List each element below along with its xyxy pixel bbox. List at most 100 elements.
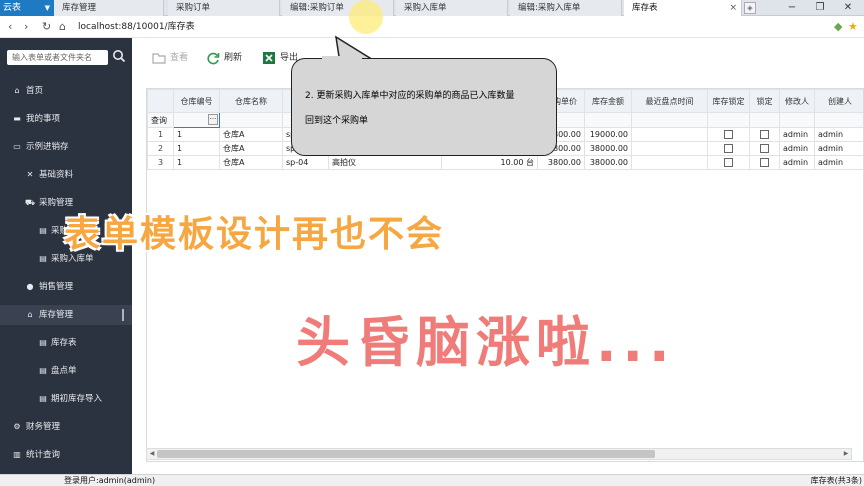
tab-label: 编辑:采购订单 [290, 3, 344, 13]
cell-modifier[interactable]: admin [779, 127, 815, 142]
col-header-modifier[interactable]: 修改人 [779, 89, 815, 113]
cell-lock[interactable] [749, 127, 780, 142]
col-header-lock[interactable]: 锁定 [749, 89, 780, 113]
cell-item-name[interactable]: 高拍仪 [328, 155, 442, 170]
tab-purchase-receipt[interactable]: 采购入库单 [396, 0, 508, 16]
col-header-wh-name[interactable]: 仓库名称 [219, 89, 283, 113]
cell-stock-lock[interactable] [707, 127, 750, 142]
url-field[interactable]: localhost:88/10001/库存表 [78, 19, 195, 35]
refresh-button[interactable]: 刷新 [206, 50, 242, 66]
col-header-creator[interactable]: 创建人 [814, 89, 863, 113]
sidebar-item-statistics[interactable]: ▥ 统计查询 [0, 445, 132, 465]
tab-inventory-table[interactable]: 库存表 × [624, 0, 742, 16]
new-tab-icon[interactable]: ◈ [744, 2, 756, 14]
cell-item-code[interactable]: sp-04 [282, 155, 329, 170]
cell-modifier[interactable]: admin [779, 155, 815, 170]
col-header-last-check[interactable]: 最近盘点时间 [631, 89, 708, 113]
cell-wh-name[interactable]: 仓库A [219, 141, 283, 156]
filter-cell[interactable] [219, 112, 283, 128]
filter-cell[interactable] [779, 112, 815, 128]
cell-last-check[interactable] [631, 141, 708, 156]
sidebar-item-opening-import[interactable]: ▤ 期初库存导入 [0, 389, 132, 409]
cell-wh-name[interactable]: 仓库A [219, 155, 283, 170]
tab-label: 采购入库单 [404, 3, 447, 13]
horizontal-scrollbar[interactable]: ◀ ▶ [146, 448, 852, 460]
back-icon[interactable]: ‹ [8, 19, 12, 35]
lock-checkbox[interactable] [760, 144, 769, 153]
sidebar-item-stocktake[interactable]: ▤ 盘点单 [0, 361, 132, 381]
chevron-down-icon: ▼ [44, 4, 50, 12]
sidebar-search-input[interactable]: 输入表单或者文件夹名 [7, 50, 108, 65]
filter-cell[interactable] [584, 112, 632, 128]
cell-wh-name[interactable]: 仓库A [219, 127, 283, 142]
cell-stock-lock[interactable] [707, 155, 750, 170]
sidebar-item-inventory-table[interactable]: ▤ 库存表 [0, 333, 132, 353]
scroll-left-icon[interactable]: ◀ [147, 449, 157, 459]
home-nav-icon[interactable]: ⌂ [59, 19, 66, 35]
cell-lock[interactable] [749, 141, 780, 156]
brand-menu-button[interactable]: 云表 ▼ [0, 0, 54, 16]
col-header-amount[interactable]: 库存金额 [584, 89, 632, 113]
maximize-icon[interactable]: ❐ [806, 0, 834, 16]
sidebar-item-sample-erp[interactable]: ▭ 示例进销存 [0, 137, 132, 157]
filter-cell[interactable] [631, 112, 708, 128]
search-icon[interactable] [112, 49, 126, 65]
cell-wh-code[interactable]: 1 [173, 127, 220, 142]
filter-cell[interactable] [749, 112, 780, 128]
cell-last-check[interactable] [631, 127, 708, 142]
stock-lock-checkbox[interactable] [724, 158, 733, 167]
cursor-highlight [349, 0, 383, 34]
tab-inventory-mgmt[interactable]: 库存管理 [54, 0, 164, 16]
cell-creator[interactable]: admin [814, 155, 863, 170]
tab-edit-purchase-receipt[interactable]: 编辑:采购入库单 [510, 0, 622, 16]
table-row[interactable]: 3 1 仓库A sp-04 高拍仪 10.00 台 3800.00 38000.… [147, 155, 863, 170]
lock-checkbox[interactable] [760, 158, 769, 167]
ellipsis-icon[interactable]: ··· [208, 114, 218, 125]
sidebar-item-label: 基础资料 [39, 170, 74, 180]
doc-icon: ▤ [39, 254, 47, 263]
stock-lock-checkbox[interactable] [724, 130, 733, 139]
lock-checkbox[interactable] [760, 130, 769, 139]
filter-cell[interactable] [707, 112, 750, 128]
tab-purchase-order[interactable]: 采购订单 [168, 0, 280, 16]
close-icon[interactable]: × [729, 0, 737, 16]
filter-cell[interactable] [814, 112, 863, 128]
sidebar-item-basic-data[interactable]: ✕ 基础资料 [0, 165, 132, 185]
col-header-stock-lock[interactable]: 库存锁定 [707, 89, 750, 113]
tab-label: 编辑:采购入库单 [518, 3, 581, 13]
sidebar-item-finance[interactable]: ⚙ 财务管理 [0, 417, 132, 437]
col-header-wh-code[interactable]: 仓库编号 [173, 89, 220, 113]
sidebar-item-my-tasks[interactable]: ▬ 我的事项 [0, 109, 132, 129]
cell-stock-lock[interactable] [707, 141, 750, 156]
cell-wh-code[interactable]: 1 [173, 155, 220, 170]
gear-icon: ⚙ [13, 422, 21, 431]
scrollbar-thumb[interactable] [157, 450, 655, 458]
sidebar-item-home[interactable]: ⌂ 首页 [0, 81, 132, 101]
cell-creator[interactable]: admin [814, 127, 863, 142]
callout-bubble [291, 58, 557, 156]
cell-last-check[interactable] [631, 155, 708, 170]
stock-lock-checkbox[interactable] [724, 144, 733, 153]
sidebar-item-inventory-mgmt[interactable]: ⌂ 库存管理 [0, 305, 132, 325]
sidebar-item-sales-mgmt[interactable]: ● 销售管理 [0, 277, 132, 297]
cell-unit-price[interactable]: 3800.00 [537, 155, 585, 170]
view-button[interactable]: 查看 [152, 50, 188, 66]
window-close-icon[interactable]: ✕ [834, 0, 862, 16]
scroll-right-icon[interactable]: ▶ [841, 449, 851, 459]
cell-amount[interactable]: 38000.00 [584, 155, 632, 170]
reload-icon[interactable]: ↻ [42, 19, 51, 35]
star-icon[interactable]: ★ [848, 19, 858, 35]
doc-icon: ▤ [39, 226, 47, 235]
filter-input-wh-code[interactable]: ··· [173, 112, 220, 128]
cell-amount[interactable]: 19000.00 [584, 127, 632, 142]
forward-icon[interactable]: › [24, 19, 28, 35]
minimize-icon[interactable]: − [778, 0, 806, 16]
cell-creator[interactable]: admin [814, 141, 863, 156]
cell-wh-code[interactable]: 1 [173, 141, 220, 156]
cell-amount[interactable]: 38000.00 [584, 141, 632, 156]
status-bar: 登录用户:admin(admin) 库存表(共3条) [0, 474, 864, 486]
cell-modifier[interactable]: admin [779, 141, 815, 156]
cell-lock[interactable] [749, 155, 780, 170]
diamond-icon[interactable]: ◆ [834, 19, 842, 35]
cell-qty[interactable]: 10.00 台 [441, 155, 538, 170]
